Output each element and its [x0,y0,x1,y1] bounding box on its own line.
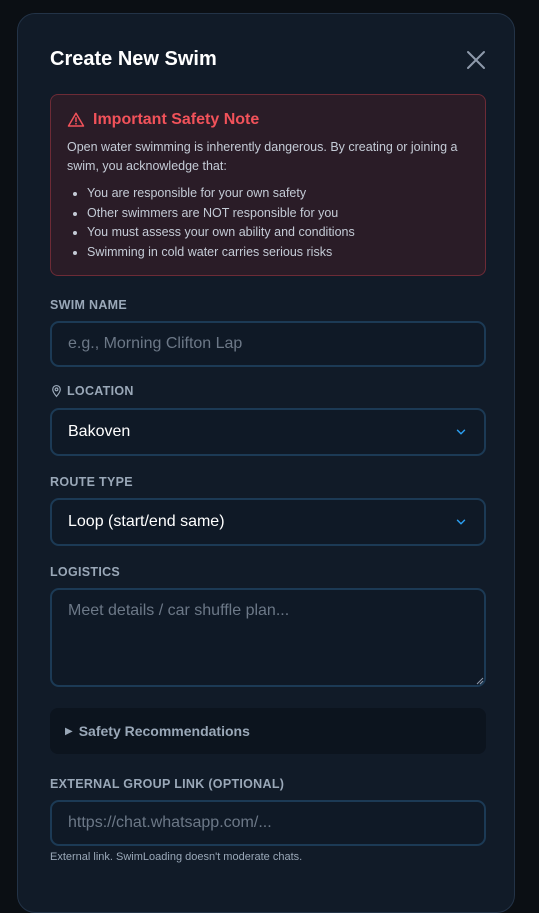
swim-name-label: SWIM NAME [50,298,127,312]
list-item: You must assess your own ability and con… [87,223,355,243]
chevron-down-icon [456,519,466,525]
modal-title: Create New Swim [50,48,217,70]
create-swim-modal: Create New Swim Important Safety Note Op… [17,13,515,913]
map-pin-icon [52,384,61,398]
safety-recommendations-label: Safety Recommendations [78,723,250,739]
list-item: Swimming in cold water carries serious r… [87,243,355,263]
list-item: Other swimmers are NOT responsible for y… [87,204,355,224]
location-label-row: LOCATION [50,384,134,398]
resize-handle-icon[interactable] [476,677,484,685]
route-type-label: ROUTE TYPE [50,475,133,489]
external-link-input[interactable] [50,800,486,846]
warning-triangle-icon [67,112,85,127]
logistics-label: LOGISTICS [50,565,121,579]
disclosure-triangle-icon: ▶ [65,725,73,737]
chevron-down-icon [456,429,466,435]
logistics-textarea[interactable] [50,588,486,687]
external-link-label: EXTERNAL GROUP LINK (OPTIONAL) [50,777,285,791]
safety-note-header: Important Safety Note [67,111,259,129]
route-type-value: Loop (start/end same) [68,513,225,530]
list-item: You are responsible for your own safety [87,184,355,204]
route-type-select[interactable]: Loop (start/end same) [50,498,486,546]
location-select[interactable]: Bakoven [50,408,486,456]
external-link-hint: External link. SwimLoading doesn't moder… [50,851,303,863]
safety-note-list: You are responsible for your own safety … [67,184,355,262]
safety-recommendations-toggle[interactable]: ▶ Safety Recommendations [50,708,486,754]
safety-note-title: Important Safety Note [93,111,260,128]
close-button[interactable] [464,48,488,72]
swim-name-input[interactable] [50,321,486,367]
safety-note-intro: Open water swimming is inherently danger… [67,140,458,173]
safety-note-box: Important Safety Note Open water swimmin… [50,94,486,276]
location-value: Bakoven [68,423,131,440]
location-label: LOCATION [67,384,134,398]
close-icon [467,51,485,69]
